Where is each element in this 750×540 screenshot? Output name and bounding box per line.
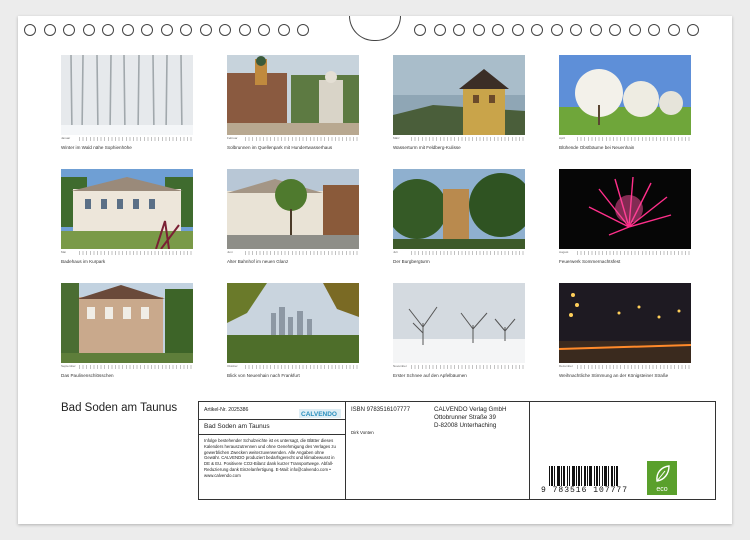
binding-ring	[570, 24, 582, 36]
binding-ring	[414, 24, 426, 36]
binding-ring	[589, 24, 602, 36]
binding-ring	[121, 24, 134, 36]
photo-water-tower	[393, 55, 525, 135]
month-preview-march: März Wasserturm mit Feldberg-Kulisse	[393, 55, 525, 150]
month-name: Januar	[61, 136, 71, 140]
binding-ring	[433, 24, 446, 36]
month-caption: Weihnachtliche Stimmung an der Königstei…	[559, 373, 669, 378]
month-name: Juli	[393, 250, 398, 254]
binding-ring	[258, 24, 270, 36]
article-number: Artikel-Nr. 2025386	[204, 407, 249, 413]
legal-description: Infolge bestehender Schulzeichte ist es …	[204, 438, 336, 478]
month-caption: Erster Schnee auf den Apfelbäumen	[393, 373, 467, 378]
month-name: Februar	[227, 136, 238, 140]
author: Dirk Vonten	[351, 430, 374, 435]
isbn: ISBN 9783516107777	[351, 407, 411, 413]
month-name: August	[559, 250, 569, 254]
month-caption: Alter Bahnhof im neuen Glanz	[227, 259, 289, 264]
photo-bathhouse	[61, 169, 193, 249]
photo-fountain-statue	[227, 55, 359, 135]
month-preview-april: April Blühende Obstbäume bei Neuenhain	[559, 55, 691, 150]
binding-rings-left	[24, 24, 309, 38]
month-caption: Das Paulinenschlösschen	[61, 373, 114, 378]
month-caption: Winter im Wald nähe Sophienhöhe	[61, 145, 132, 150]
binding-ring	[180, 24, 192, 36]
eco-badge: eco	[647, 461, 677, 495]
publisher-street: Ottobrunner Straße 39	[434, 414, 496, 421]
month-preview-november: November Erster Schnee auf den Apfelbäum…	[393, 283, 525, 378]
binding-ring	[609, 24, 621, 36]
photo-villa	[61, 283, 193, 363]
binding-ring	[511, 24, 524, 36]
info-calendar-title: Bad Soden am Taunus	[204, 423, 270, 430]
barcode-number: 9 783516 107777	[541, 486, 629, 495]
binding-ring	[550, 24, 563, 36]
binding-ring	[492, 24, 504, 36]
binding-ring	[219, 24, 231, 36]
photo-fireworks	[559, 169, 691, 249]
binding-ring	[160, 24, 173, 36]
month-preview-september: September Das Paulinenschlösschen	[61, 283, 193, 378]
binding-ring	[472, 24, 485, 36]
month-name: März	[393, 136, 400, 140]
binding-rings-right	[414, 24, 699, 38]
photo-old-station	[227, 169, 359, 249]
binding-ring	[531, 24, 543, 36]
month-name: Oktober	[227, 364, 238, 368]
binding-ring	[667, 24, 680, 36]
binding-ring	[24, 24, 36, 36]
binding-ring	[628, 24, 641, 36]
month-preview-february: Februar Solbrunnen im Quellenpark mit Hu…	[227, 55, 359, 150]
photo-snowy-apple-trees	[393, 283, 525, 363]
photo-christmas-street	[559, 283, 691, 363]
month-name: September	[61, 364, 76, 368]
month-name: November	[393, 364, 407, 368]
month-preview-july: Juli Der Burgbergturm	[393, 169, 525, 264]
month-preview-may: Mai Badehaus im Kurpark	[61, 169, 193, 264]
hanger-notch	[349, 16, 401, 41]
publisher-city: D-82008 Unterhaching	[434, 422, 497, 429]
binding-ring	[63, 24, 75, 36]
month-preview-january: Januar Winter im Wald nähe Sophienhöhe	[61, 55, 193, 150]
month-name: Juni	[227, 250, 233, 254]
month-caption: Blick von Neuenhain nach Frankfurt	[227, 373, 300, 378]
binding-ring	[141, 24, 153, 36]
calendar-title: Bad Soden am Taunus	[61, 402, 178, 414]
photo-snowy-forest	[61, 55, 193, 135]
month-caption: Badehaus im Kurpark	[61, 259, 106, 264]
photo-blossoming-trees	[559, 55, 691, 135]
binding-ring	[238, 24, 251, 36]
publisher-name: CALVENDO Verlag GmbH	[434, 406, 507, 413]
calendar-back-page: Januar Winter im Wald nähe Sophienhöhe F…	[18, 16, 732, 524]
info-box: Artikel-Nr. 2025386 CALVENDO Bad Soden a…	[198, 401, 716, 500]
binding-ring	[82, 24, 95, 36]
binding-ring	[43, 24, 56, 36]
month-preview-august: August Feuerwerk Sommernachtsfest	[559, 169, 691, 264]
month-preview-october: Oktober Blick von Neuenhain nach Frankfu…	[227, 283, 359, 378]
month-caption: Blühende Obstbäume bei Neuenhain	[559, 145, 635, 150]
month-caption: Der Burgbergturm	[393, 259, 430, 264]
eco-label: eco	[656, 486, 668, 493]
binding-ring	[199, 24, 212, 36]
month-preview-june: Juni Alter Bahnhof im neuen Glanz	[227, 169, 359, 264]
month-caption: Wasserturm mit Feldberg-Kulisse	[393, 145, 461, 150]
binding-ring	[687, 24, 699, 36]
binding-ring	[277, 24, 290, 36]
binding-ring	[453, 24, 465, 36]
month-caption: Solbrunnen im Quellenpark mit Hundertwas…	[227, 145, 333, 150]
photo-burgberg-tower	[393, 169, 525, 249]
month-preview-december: Dezember Weihnachtliche Stimmung an der …	[559, 283, 691, 378]
calvendo-logo-text: CALVENDO	[301, 411, 337, 418]
month-name: April	[559, 136, 566, 140]
binding-ring	[102, 24, 114, 36]
photo-frankfurt-view	[227, 283, 359, 363]
month-name: Mai	[61, 250, 66, 254]
month-caption: Feuerwerk Sommernachtsfest	[559, 259, 621, 264]
binding-ring	[648, 24, 660, 36]
binding-ring	[297, 24, 309, 36]
leaf-icon	[656, 465, 670, 482]
calvendo-logo: CALVENDO	[299, 405, 341, 418]
month-name: Dezember	[559, 364, 573, 368]
